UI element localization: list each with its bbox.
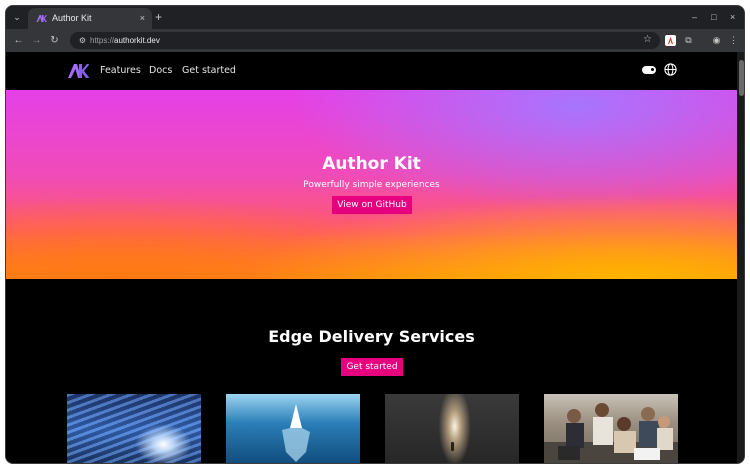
card-image-doorway-light[interactable] [385, 394, 519, 463]
profile-avatar-icon[interactable]: ◉ [710, 34, 723, 47]
url-scheme: https:// [90, 36, 115, 45]
author-kit-favicon-icon [36, 15, 47, 22]
get-started-button[interactable]: Get started [341, 358, 403, 376]
hero-subtitle: Powerfully simple experiences [303, 180, 440, 190]
hero-banner: Author Kit Powerfully simple experiences… [6, 90, 737, 279]
site-header: Features Docs Get started [6, 52, 737, 90]
tab-search-icon[interactable]: ⌄ [9, 9, 25, 25]
team-meeting-illustration [544, 403, 678, 463]
page-viewport: Features Docs Get started Author Kit Pow… [6, 52, 744, 463]
globe-icon[interactable] [664, 63, 677, 76]
card-image-team-meeting[interactable] [544, 394, 678, 463]
tab-strip: ⌄ Author Kit × + – □ × [6, 6, 744, 29]
tab-title: Author Kit [52, 13, 92, 23]
scrollbar-thumb[interactable] [739, 60, 744, 96]
nav-link-get-started[interactable]: Get started [182, 64, 236, 77]
forward-arrow-icon[interactable]: → [30, 34, 43, 47]
card-image-light-speed-tunnel[interactable] [67, 394, 201, 463]
back-arrow-icon[interactable]: ← [12, 34, 25, 47]
iceberg-illustration [282, 404, 310, 462]
bookmark-star-icon[interactable]: ☆ [643, 34, 652, 46]
reload-icon[interactable]: ↻ [48, 34, 61, 47]
window-close-icon[interactable]: × [730, 11, 735, 23]
adobe-extension-icon[interactable] [664, 34, 677, 47]
browser-tab[interactable]: Author Kit × [28, 8, 152, 29]
card-image-iceberg[interactable] [226, 394, 360, 463]
maximize-icon[interactable]: □ [711, 11, 716, 23]
tab-close-icon[interactable]: × [140, 12, 145, 24]
address-bar[interactable]: ⚙ https://authorkit.dev ☆ [70, 32, 660, 49]
more-menu-icon[interactable]: ⋮ [727, 34, 740, 47]
url-host: authorkit.dev [114, 36, 160, 45]
hero-title: Author Kit [322, 154, 421, 174]
new-tab-button[interactable]: + [155, 9, 162, 25]
page-scrollbar[interactable] [737, 52, 744, 463]
nav-link-docs[interactable]: Docs [149, 64, 172, 77]
section-title: Edge Delivery Services [268, 327, 475, 346]
browser-toolbar: ← → ↻ ⚙ https://authorkit.dev ☆ ⧉ ◉ ⋮ [6, 29, 744, 52]
silhouette-figure [451, 442, 454, 451]
site-settings-icon[interactable]: ⚙ [77, 35, 88, 46]
nav-link-features[interactable]: Features [100, 64, 141, 77]
minimize-icon[interactable]: – [692, 11, 697, 23]
theme-toggle[interactable] [642, 66, 656, 74]
extensions-puzzle-icon[interactable]: ⧉ [682, 34, 695, 47]
view-on-github-button[interactable]: View on GitHub [332, 196, 412, 214]
browser-window: ⌄ Author Kit × + – □ × ← → ↻ ⚙ https://a… [5, 5, 745, 464]
author-kit-logo[interactable] [67, 63, 89, 79]
address-url: https://authorkit.dev [90, 35, 160, 46]
